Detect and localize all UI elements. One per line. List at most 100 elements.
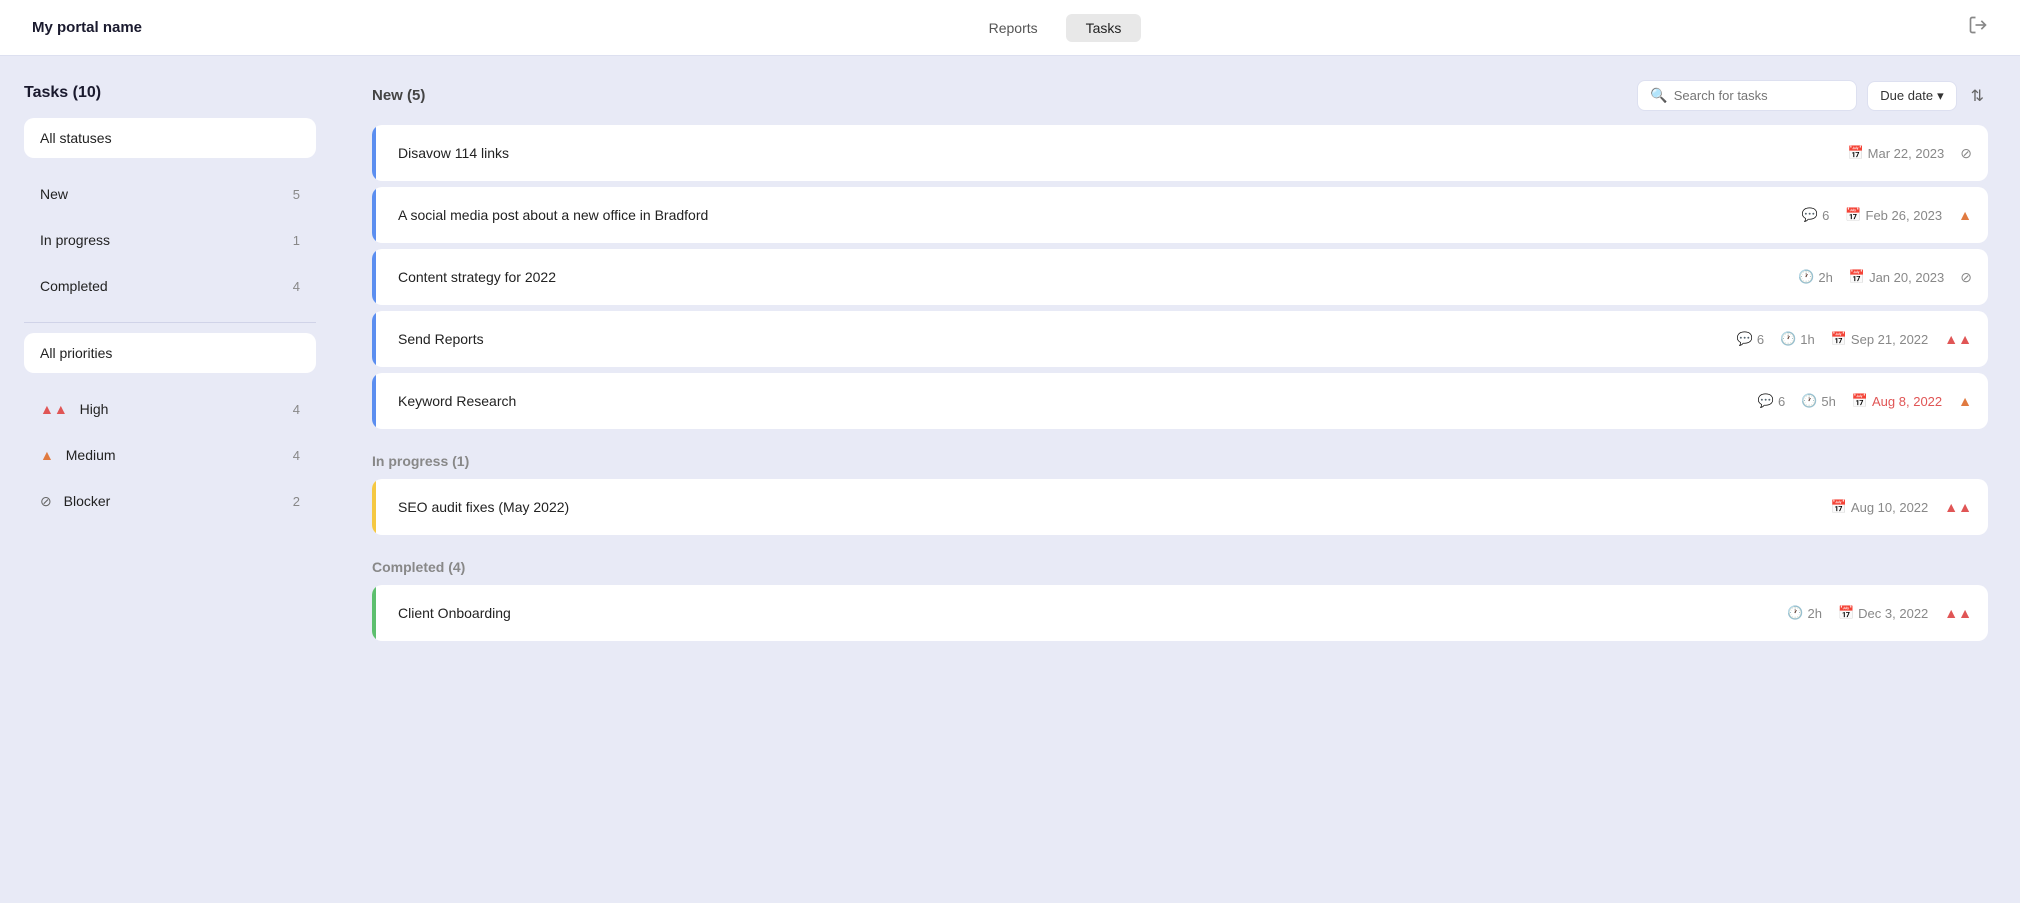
- priority-icon: ⊘: [1960, 145, 1972, 162]
- top-navigation: My portal name Reports Tasks: [0, 0, 2020, 56]
- task-date: 📅 Mar 22, 2023: [1847, 145, 1944, 161]
- table-row[interactable]: SEO audit fixes (May 2022) 📅 Aug 10, 202…: [372, 479, 1988, 535]
- sort-order-button[interactable]: ⇅: [1967, 82, 1988, 110]
- task-date: 📅 Jan 20, 2023: [1849, 269, 1944, 285]
- blocker-icon: ⊘: [40, 493, 52, 509]
- filter-new[interactable]: New 5: [24, 174, 316, 214]
- task-comments: 💬 6: [1758, 393, 1785, 409]
- filter-high[interactable]: ▲▲ High 4: [24, 389, 316, 429]
- task-meta: 📅 Aug 10, 2022 ▲▲: [1831, 499, 1972, 515]
- table-row[interactable]: Content strategy for 2022 🕐 2h 📅 Jan 20,…: [372, 249, 1988, 305]
- task-time: 🕐 2h: [1787, 605, 1822, 621]
- priority-icon: ▲▲: [1944, 331, 1972, 347]
- filter-in-progress[interactable]: In progress 1: [24, 220, 316, 260]
- calendar-icon: 📅: [1847, 145, 1863, 161]
- task-comments: 💬 6: [1737, 331, 1764, 347]
- task-meta: 📅 Mar 22, 2023 ⊘: [1847, 145, 1972, 162]
- sidebar-title: Tasks (10): [24, 84, 316, 102]
- section-controls: 🔍 Due date ▾ ⇅: [1637, 80, 1988, 111]
- task-stripe: [372, 585, 376, 641]
- calendar-icon: 📅: [1831, 499, 1847, 515]
- task-time: 🕐 5h: [1801, 393, 1836, 409]
- status-filter-group: All statuses: [24, 118, 316, 158]
- portal-name: My portal name: [32, 19, 142, 36]
- priority-icon: ▲: [1958, 207, 1972, 223]
- new-tasks-list: Disavow 114 links 📅 Mar 22, 2023 ⊘ A soc…: [372, 125, 1988, 429]
- task-stripe: [372, 311, 376, 367]
- reports-tab[interactable]: Reports: [969, 14, 1058, 42]
- task-meta: 🕐 2h 📅 Dec 3, 2022 ▲▲: [1787, 605, 1972, 621]
- content-header: New (5) 🔍 Due date ▾ ⇅: [372, 80, 1988, 111]
- main-layout: Tasks (10) All statuses New 5 In progres…: [0, 56, 2020, 903]
- filter-all-priorities[interactable]: All priorities: [24, 333, 316, 373]
- comment-icon: 💬: [1737, 331, 1753, 347]
- calendar-icon: 📅: [1852, 393, 1868, 409]
- completed-tasks-list: Client Onboarding 🕐 2h 📅 Dec 3, 2022 ▲▲: [372, 585, 1988, 641]
- task-stripe: [372, 125, 376, 181]
- task-stripe: [372, 249, 376, 305]
- search-box[interactable]: 🔍: [1637, 80, 1857, 111]
- priority-icon: ▲▲: [1944, 605, 1972, 621]
- clock-icon: 🕐: [1801, 393, 1817, 409]
- search-icon: 🔍: [1650, 87, 1667, 104]
- table-row[interactable]: Keyword Research 💬 6 🕐 5h 📅 Aug 8, 2022: [372, 373, 1988, 429]
- task-meta: 💬 6 🕐 1h 📅 Sep 21, 2022 ▲▲: [1737, 331, 1972, 347]
- task-date: 📅 Sep 21, 2022: [1831, 331, 1929, 347]
- calendar-icon: 📅: [1831, 331, 1847, 347]
- tasks-tab[interactable]: Tasks: [1066, 14, 1142, 42]
- task-stripe: [372, 479, 376, 535]
- task-time: 🕐 1h: [1780, 331, 1815, 347]
- priority-plain-group: ▲▲ High 4 ▲ Medium 4 ⊘ Blocker 2: [24, 389, 316, 522]
- priority-filter-group: All priorities: [24, 333, 316, 373]
- clock-icon: 🕐: [1780, 331, 1796, 347]
- medium-priority-icon: ▲: [40, 447, 54, 463]
- task-meta: 🕐 2h 📅 Jan 20, 2023 ⊘: [1798, 269, 1972, 286]
- sidebar-divider: [24, 322, 316, 323]
- chevron-down-icon: ▾: [1937, 88, 1944, 104]
- sort-dropdown[interactable]: Due date ▾: [1867, 81, 1956, 111]
- table-row[interactable]: Disavow 114 links 📅 Mar 22, 2023 ⊘: [372, 125, 1988, 181]
- sidebar: Tasks (10) All statuses New 5 In progres…: [0, 56, 340, 903]
- priority-icon: ▲: [1958, 393, 1972, 409]
- section-title-new: New (5): [372, 87, 425, 104]
- comment-icon: 💬: [1758, 393, 1774, 409]
- task-name: Content strategy for 2022: [398, 269, 1798, 285]
- calendar-icon: 📅: [1849, 269, 1865, 285]
- calendar-icon: 📅: [1845, 207, 1861, 223]
- table-row[interactable]: Client Onboarding 🕐 2h 📅 Dec 3, 2022 ▲▲: [372, 585, 1988, 641]
- filter-blocker[interactable]: ⊘ Blocker 2: [24, 481, 316, 522]
- section-title-in-progress: In progress (1): [372, 453, 1988, 469]
- content-area: New (5) 🔍 Due date ▾ ⇅ Disavow 114 links: [340, 56, 2020, 903]
- task-name: A social media post about a new office i…: [398, 207, 1802, 223]
- comment-icon: 💬: [1802, 207, 1818, 223]
- task-name: Send Reports: [398, 331, 1737, 347]
- table-row[interactable]: Send Reports 💬 6 🕐 1h 📅 Sep 21, 2022 ▲▲: [372, 311, 1988, 367]
- task-date: 📅 Feb 26, 2023: [1845, 207, 1942, 223]
- clock-icon: 🕐: [1798, 269, 1814, 285]
- task-date: 📅 Dec 3, 2022: [1838, 605, 1928, 621]
- logout-icon[interactable]: [1968, 15, 1988, 40]
- priority-icon: ⊘: [1960, 269, 1972, 286]
- section-title-completed: Completed (4): [372, 559, 1988, 575]
- sort-label: Due date: [1880, 88, 1933, 103]
- table-row[interactable]: A social media post about a new office i…: [372, 187, 1988, 243]
- filter-completed[interactable]: Completed 4: [24, 266, 316, 306]
- task-name: SEO audit fixes (May 2022): [398, 499, 1831, 515]
- task-name: Keyword Research: [398, 393, 1758, 409]
- task-time: 🕐 2h: [1798, 269, 1833, 285]
- search-input[interactable]: [1674, 88, 1845, 103]
- task-meta: 💬 6 📅 Feb 26, 2023 ▲: [1802, 207, 1972, 223]
- task-date: 📅 Aug 10, 2022: [1831, 499, 1929, 515]
- filter-medium[interactable]: ▲ Medium 4: [24, 435, 316, 475]
- priority-icon: ▲▲: [1944, 499, 1972, 515]
- filter-all-statuses[interactable]: All statuses: [24, 118, 316, 158]
- clock-icon: 🕐: [1787, 605, 1803, 621]
- status-plain-group: New 5 In progress 1 Completed 4: [24, 174, 316, 306]
- task-stripe: [372, 373, 376, 429]
- in-progress-tasks-list: SEO audit fixes (May 2022) 📅 Aug 10, 202…: [372, 479, 1988, 535]
- task-name: Client Onboarding: [398, 605, 1787, 621]
- task-stripe: [372, 187, 376, 243]
- task-meta: 💬 6 🕐 5h 📅 Aug 8, 2022 ▲: [1758, 393, 1972, 409]
- nav-tabs: Reports Tasks: [969, 14, 1142, 42]
- calendar-icon: 📅: [1838, 605, 1854, 621]
